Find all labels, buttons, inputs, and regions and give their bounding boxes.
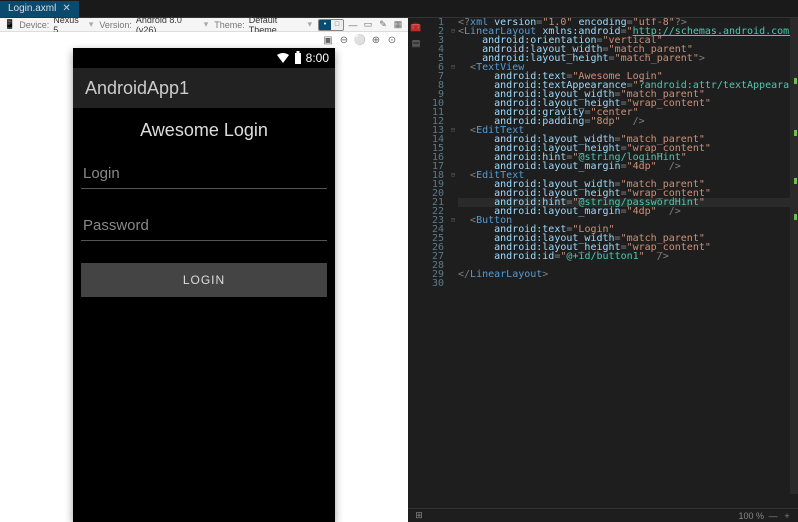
line-number-gutter: 1234567891011121314151617181920212223242… — [424, 18, 448, 508]
boundary-icon[interactable]: ▣ — [322, 34, 334, 46]
app-bar: AndroidApp1 — [73, 68, 335, 108]
chevron-down-icon[interactable]: ▾ — [89, 19, 94, 30]
night-mode-icon[interactable]: ― — [347, 20, 359, 30]
version-label: Version: — [99, 20, 132, 30]
theme-label: Theme: — [214, 20, 245, 30]
tab-bar: Login.axml ✕ — [0, 0, 798, 18]
login-button[interactable]: LOGIN — [81, 263, 327, 297]
chevron-down-icon[interactable]: ▾ — [307, 19, 312, 30]
change-marker — [794, 78, 797, 84]
device-status-bar: 8:00 — [73, 48, 335, 68]
orientation-toggle[interactable] — [318, 19, 344, 31]
editor-status-bar: ⊞ 100 % — + — [408, 508, 798, 522]
zoom-fit-icon[interactable]: ⊙ — [386, 34, 398, 46]
preview-area: 8:00 AndroidApp1 Awesome Login Login Pas… — [0, 48, 408, 522]
code-scroll[interactable]: 1234567891011121314151617181920212223242… — [408, 18, 798, 508]
change-marker — [794, 178, 797, 184]
tab-filename: Login.axml — [8, 3, 56, 14]
designer-pane: 📱 Device: Nexus 5 ▾ Version: Android 8.0… — [0, 18, 408, 522]
split-icon[interactable]: ⊞ — [414, 511, 424, 521]
edit-icon[interactable]: ✎ — [377, 20, 389, 30]
change-marker — [794, 130, 797, 136]
wifi-icon — [276, 52, 290, 64]
device-label: Device: — [19, 20, 49, 30]
fold-gutter[interactable]: ⊟⊟⊟⊟⊟ — [448, 18, 458, 508]
zoom-out-icon[interactable]: ⊖ — [338, 34, 350, 46]
code-editor-pane: 🧰 ▤ 123456789101112131415161718192021222… — [408, 18, 798, 522]
grid-icon[interactable]: ▦ — [392, 20, 404, 30]
content-title: Awesome Login — [140, 120, 268, 141]
zoom-toolbar: ▣ ⊖ ⚪ ⊕ ⊙ — [0, 32, 408, 48]
landscape-icon[interactable] — [331, 20, 343, 30]
tablet-icon[interactable]: ▭ — [362, 20, 374, 30]
device-preview[interactable]: 8:00 AndroidApp1 Awesome Login Login Pas… — [73, 48, 335, 522]
designer-header: 📱 Device: Nexus 5 ▾ Version: Android 8.0… — [0, 18, 408, 32]
password-field[interactable]: Password — [81, 211, 327, 241]
battery-icon — [294, 51, 302, 65]
zoom-reset-icon[interactable]: ⚪ — [354, 34, 366, 46]
device-icon: 📱 — [4, 20, 15, 30]
app-title: AndroidApp1 — [85, 78, 189, 99]
plus-icon[interactable]: + — [782, 511, 792, 521]
app-content: Awesome Login Login Password LOGIN — [73, 108, 335, 303]
minus-icon[interactable]: — — [768, 511, 778, 521]
marker-stripe[interactable] — [790, 18, 798, 494]
zoom-level[interactable]: 100 % — [738, 511, 764, 521]
designer-toolbar: ― ▭ ✎ ▦ — [318, 19, 404, 31]
close-icon[interactable]: ✕ — [62, 3, 70, 14]
portrait-icon[interactable] — [319, 20, 331, 30]
chevron-down-icon[interactable]: ▾ — [204, 19, 209, 30]
zoom-in-icon[interactable]: ⊕ — [370, 34, 382, 46]
change-marker — [794, 214, 797, 220]
code-area[interactable]: <?xml version="1.0" encoding="utf-8"?><L… — [458, 18, 798, 508]
login-field[interactable]: Login — [81, 159, 327, 189]
device-clock: 8:00 — [306, 51, 329, 65]
